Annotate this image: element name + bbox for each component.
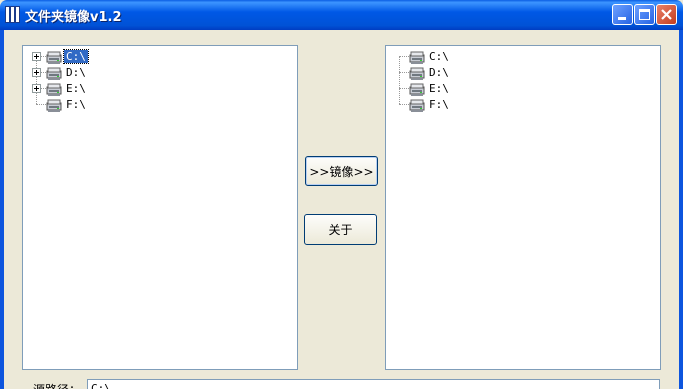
- title-bar[interactable]: 文件夹镜像v1.2: [0, 0, 683, 30]
- drive-icon: [46, 82, 62, 96]
- tree-connector-line: [36, 104, 46, 105]
- tree-node-label[interactable]: C:\: [427, 50, 451, 63]
- maximize-icon: [639, 9, 650, 20]
- tree-connector-line: [399, 56, 400, 104]
- expand-plus-icon[interactable]: [32, 68, 41, 77]
- source-tree-panel[interactable]: C:\ D:\ E:\ F:\: [22, 45, 298, 370]
- tree-connector-line: [399, 104, 409, 105]
- target-tree[interactable]: C:\ D:\ E:\ F:\: [386, 46, 660, 369]
- close-icon: [661, 9, 672, 20]
- drive-icon: [46, 66, 62, 80]
- tree-connector-line: [399, 56, 409, 57]
- drive-icon: [409, 50, 425, 64]
- window-frame-left: [0, 30, 4, 389]
- drive-icon: [409, 98, 425, 112]
- maximize-button[interactable]: [634, 4, 655, 25]
- tree-node-label[interactable]: C:\: [63, 49, 89, 64]
- source-path-label: 源路径：: [33, 381, 81, 389]
- tree-connector-line: [399, 88, 409, 89]
- source-path-input[interactable]: C:\: [87, 379, 660, 389]
- window-frame-right: [679, 30, 683, 389]
- tree-node-label[interactable]: E:\: [64, 82, 88, 95]
- source-tree[interactable]: C:\ D:\ E:\ F:\: [23, 46, 297, 369]
- drive-icon: [409, 82, 425, 96]
- tree-connector-line: [36, 56, 37, 104]
- tree-node-label[interactable]: E:\: [427, 82, 451, 95]
- mirror-button[interactable]: >>镜像>>: [305, 156, 378, 186]
- target-tree-panel[interactable]: C:\ D:\ E:\ F:\: [385, 45, 661, 370]
- tree-node-label[interactable]: D:\: [427, 66, 451, 79]
- drive-icon: [409, 66, 425, 80]
- window-title: 文件夹镜像v1.2: [25, 10, 122, 25]
- expand-plus-icon[interactable]: [32, 52, 41, 61]
- drive-icon: [46, 50, 62, 64]
- tree-node-label[interactable]: F:\: [64, 98, 88, 111]
- close-button[interactable]: [656, 4, 677, 25]
- minimize-button[interactable]: [612, 4, 633, 25]
- minimize-icon: [618, 17, 626, 20]
- app-icon: [5, 6, 20, 23]
- tree-node-label[interactable]: F:\: [427, 98, 451, 111]
- tree-connector-line: [399, 72, 409, 73]
- app-window: 文件夹镜像v1.2 C:\ D:\ E:\ F:\ >>镜像>> 关于 C:\ D:\ E…: [0, 0, 683, 389]
- drive-icon: [46, 98, 62, 112]
- tree-node-label[interactable]: D:\: [64, 66, 88, 79]
- expand-plus-icon[interactable]: [32, 84, 41, 93]
- about-button[interactable]: 关于: [304, 214, 377, 245]
